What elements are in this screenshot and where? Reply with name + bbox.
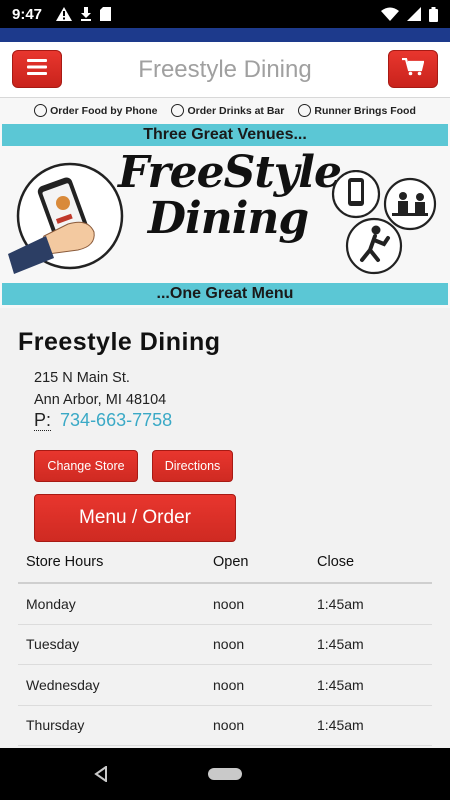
step-label: Order Drinks at Bar: [187, 104, 285, 117]
store-phone: P: 734-663-7758: [34, 410, 172, 431]
table-row: Tuesday noon 1:45am: [18, 625, 432, 665]
phone-ordering-illustration: [8, 158, 124, 279]
header-open: Open: [213, 554, 249, 570]
close-cell: 1:45am: [317, 595, 364, 612]
battery-icon: [429, 6, 438, 22]
step-label: Runner Brings Food: [314, 104, 416, 117]
menu-order-button[interactable]: Menu / Order: [34, 494, 236, 542]
table-header: Store Hours Open Close: [18, 542, 432, 584]
back-icon[interactable]: [94, 765, 108, 787]
app-header: Freestyle Dining: [0, 42, 450, 98]
store-hours-table: Store Hours Open Close Monday noon 1:45a…: [18, 542, 432, 746]
wifi-icon: [381, 7, 399, 21]
tagline-bottom: ...One Great Menu: [2, 283, 448, 305]
app-title: Freestyle Dining: [138, 56, 312, 83]
cart-button[interactable]: [388, 50, 438, 88]
bar-icon: [171, 104, 185, 117]
close-cell: 1:45am: [317, 717, 364, 734]
runner-icon: [298, 104, 312, 117]
table-row: Wednesday noon 1:45am: [18, 665, 432, 706]
open-cell: noon: [213, 717, 245, 734]
signal-icon: [407, 7, 421, 21]
day-cell: Wednesday: [26, 676, 100, 693]
phone-link[interactable]: 734-663-7758: [60, 410, 172, 430]
tagline-top: Three Great Venues...: [2, 124, 448, 146]
top-accent-strip: [0, 28, 450, 42]
open-cell: noon: [213, 636, 245, 653]
table-row: Thursday noon 1:45am: [18, 706, 432, 746]
open-cell: noon: [213, 595, 245, 612]
step-runner: Runner Brings Food: [298, 104, 416, 117]
step-label: Order Food by Phone: [50, 104, 158, 117]
step-order-drinks: Order Drinks at Bar: [171, 104, 284, 117]
header-store-hours: Store Hours: [26, 554, 104, 570]
address-line-2: Ann Arbor, MI 48104: [34, 392, 167, 408]
address-line-1: 215 N Main St.: [34, 370, 130, 386]
store-name: Freestyle Dining: [18, 328, 221, 356]
logo-line-2: Dining: [147, 193, 309, 244]
store-address: 215 N Main St. Ann Arbor, MI 48104: [34, 367, 166, 411]
cart-icon: [402, 57, 425, 81]
phone-order-icon: [34, 104, 48, 117]
phone-prefix: P:: [34, 410, 52, 431]
directions-button[interactable]: Directions: [152, 450, 233, 482]
sd-card-icon: [100, 7, 112, 21]
hamburger-icon: [27, 58, 47, 80]
logo: FreeStyle Dining: [118, 147, 342, 244]
venues-illustration: [326, 169, 440, 285]
step-order-food: Order Food by Phone: [34, 104, 157, 117]
status-bar: 9:47: [0, 0, 450, 28]
day-cell: Tuesday: [26, 636, 80, 653]
alert-icon: [56, 7, 73, 21]
steps-row: Order Food by Phone Order Drinks at Bar …: [0, 104, 450, 117]
open-cell: noon: [213, 676, 245, 693]
day-cell: Thursday: [26, 717, 85, 734]
close-cell: 1:45am: [317, 636, 364, 653]
download-icon: [80, 7, 92, 21]
logo-line-1: FreeStyle: [118, 147, 342, 198]
close-cell: 1:45am: [317, 676, 364, 693]
menu-button[interactable]: [12, 50, 62, 88]
change-store-button[interactable]: Change Store: [34, 450, 138, 482]
system-nav-bar: [0, 748, 450, 800]
table-row: Monday noon 1:45am: [18, 584, 432, 625]
promo-banner: Order Food by Phone Order Drinks at Bar …: [0, 98, 450, 308]
day-cell: Monday: [26, 595, 76, 612]
header-close: Close: [317, 554, 355, 570]
home-pill-button[interactable]: [208, 768, 242, 780]
status-time: 9:47: [12, 5, 43, 23]
